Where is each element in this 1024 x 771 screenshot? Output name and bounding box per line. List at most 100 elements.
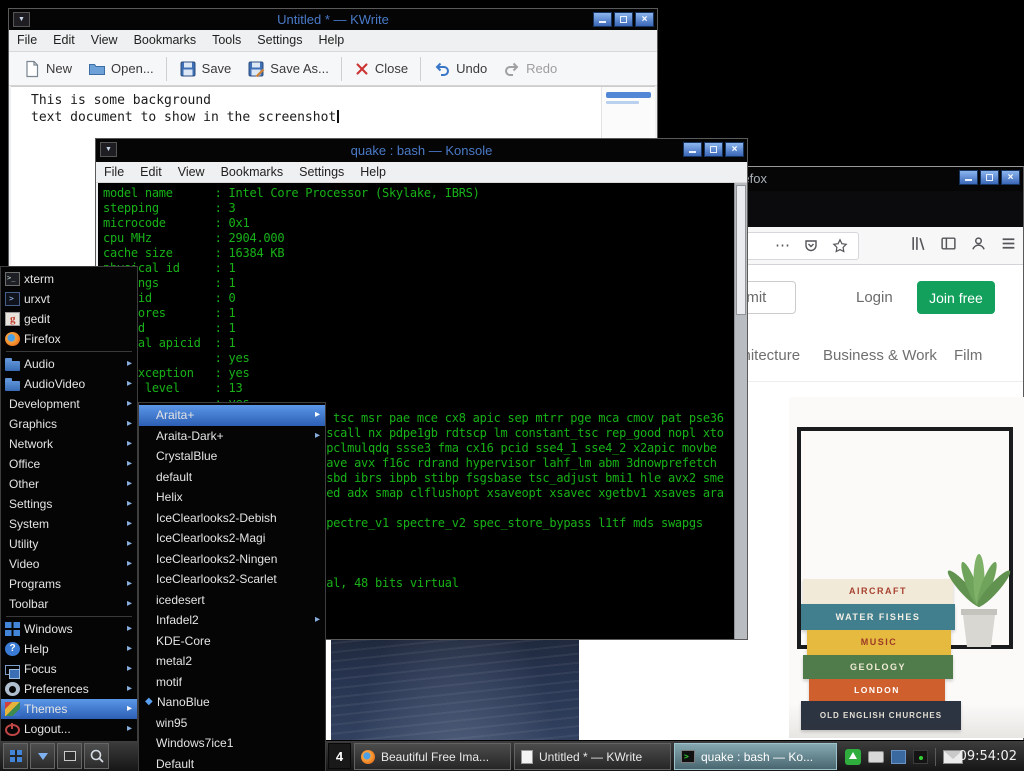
menu-item-audiovideo[interactable]: AudioVideo▸ [1,374,137,394]
submenu-item-iceclearlooks2-scarlet[interactable]: IceClearlooks2-Scarlet [139,569,325,590]
menu-item-preferences[interactable]: Preferences▸ [1,679,137,699]
menu-item-urxvt[interactable]: urxvt [1,289,137,309]
submenu-item-windows7ice1[interactable]: Windows7ice1 [139,733,325,754]
menu-item-help[interactable]: Help▸ [1,639,137,659]
keyboard-tray-icon[interactable] [868,751,884,763]
submenu-item-iceclearlooks2-debish[interactable]: IceClearlooks2-Debish [139,508,325,529]
show-desktop-button[interactable] [57,743,82,769]
join-free-button[interactable]: Join free [917,281,995,314]
submenu-item-araita-dark[interactable]: Araita-Dark+▸ [139,426,325,447]
menu-item-graphics[interactable]: Graphics▸ [1,414,137,434]
category-business-work[interactable]: Business & Work [823,343,937,369]
monitor-tray-icon[interactable] [913,750,928,764]
submenu-item-metal2[interactable]: metal2 [139,651,325,672]
workspace-indicator[interactable]: 4 [328,743,351,769]
menu-help[interactable]: Help [352,162,394,183]
menu-item-logout[interactable]: Logout...▸ [1,719,137,739]
menu-item-office[interactable]: Office▸ [1,454,137,474]
submenu-item-helix[interactable]: Helix [139,487,325,508]
close-button[interactable]: × [725,142,744,157]
menu-item-windows[interactable]: Windows▸ [1,619,137,639]
menu-item-gedit[interactable]: gedit [1,309,137,329]
menu-settings[interactable]: Settings [291,162,352,183]
updates-tray-icon[interactable] [845,749,861,765]
menu-item-system[interactable]: System▸ [1,514,137,534]
pocket-icon[interactable] [803,238,819,254]
minimize-button[interactable] [683,142,702,157]
menu-settings[interactable]: Settings [249,30,310,51]
task-konsole[interactable]: > quake : bash — Ko... [674,743,837,770]
maximize-button[interactable] [614,12,633,27]
menu-tools[interactable]: Tools [204,30,249,51]
submenu-item-infadel2[interactable]: Infadel2▸ [139,610,325,631]
close-doc-button[interactable]: Close [346,55,416,83]
redo-button[interactable]: Redo [495,55,565,83]
submenu-item-default-lc[interactable]: default [139,467,325,488]
menu-bookmarks[interactable]: Bookmarks [213,162,292,183]
document-text[interactable]: This is some backgroundtext document to … [11,87,655,126]
submenu-item-araita[interactable]: Araita+▸ [139,405,325,426]
hamburger-menu-icon[interactable] [1000,235,1017,252]
open-button[interactable]: Open... [80,55,162,83]
menu-item-network[interactable]: Network▸ [1,434,137,454]
window-list-button[interactable] [30,743,55,769]
start-menu-button[interactable] [3,743,28,769]
close-button[interactable]: × [635,12,654,27]
undo-button[interactable]: Undo [425,55,495,83]
submenu-item-icedesert[interactable]: icedesert [139,590,325,611]
submenu-item-win95[interactable]: win95 [139,713,325,734]
network-tray-icon[interactable] [891,750,906,764]
menu-help[interactable]: Help [310,30,352,51]
menu-view[interactable]: View [170,162,213,183]
submenu-item-default[interactable]: Default [139,754,325,771]
menu-bookmarks[interactable]: Bookmarks [126,30,205,51]
sidebar-icon[interactable] [940,235,957,252]
menu-item-video[interactable]: Video▸ [1,554,137,574]
menu-item-settings[interactable]: Settings▸ [1,494,137,514]
task-firefox[interactable]: Beautiful Free Ima... [354,743,511,770]
library-icon[interactable] [910,235,927,252]
minimize-button[interactable] [959,170,978,185]
menu-file[interactable]: File [9,30,45,51]
photo-books[interactable]: AIRCRAFT WATER FISHES MUSIC GEOLOGY LOND… [789,397,1024,738]
kwrite-titlebar[interactable]: ▼ Untitled * — KWrite × [9,9,657,31]
menu-view[interactable]: View [83,30,126,51]
scrollbar-thumb[interactable] [606,92,651,98]
close-button[interactable]: × [1001,170,1020,185]
menu-file[interactable]: File [96,162,132,183]
menu-edit[interactable]: Edit [45,30,83,51]
page-actions-icon[interactable]: ⋯ [775,241,790,251]
menu-item-other[interactable]: Other▸ [1,474,137,494]
task-kwrite[interactable]: Untitled * — KWrite [514,743,671,770]
konsole-titlebar[interactable]: ▼ quake : bash — Konsole × [96,139,747,162]
menu-item-themes[interactable]: Themes▸ [1,699,137,719]
minimize-button[interactable] [593,12,612,27]
menu-item-firefox[interactable]: Firefox [1,329,137,349]
submenu-item-kde-core[interactable]: KDE-Core [139,631,325,652]
bookmark-star-icon[interactable] [832,238,848,254]
maximize-button[interactable] [980,170,999,185]
taskbar-clock[interactable]: 09:54:02 [959,741,1017,771]
menu-item-focus[interactable]: Focus▸ [1,659,137,679]
save-button[interactable]: Save [171,55,240,83]
menu-item-audio[interactable]: Audio▸ [1,354,137,374]
submenu-item-nanoblue[interactable]: ◆NanoBlue [139,692,325,713]
menu-item-toolbar[interactable]: Toolbar▸ [1,594,137,614]
menu-item-xterm[interactable]: xterm [1,269,137,289]
find-button[interactable] [84,743,109,769]
maximize-button[interactable] [704,142,723,157]
account-icon[interactable] [970,235,987,252]
save-as-button[interactable]: Save As... [239,55,337,83]
login-link[interactable]: Login [856,281,893,314]
terminal-scrollbar[interactable] [734,183,747,639]
menu-item-development[interactable]: Development▸ [1,394,137,414]
menu-edit[interactable]: Edit [132,162,170,183]
submenu-item-iceclearlooks2-ningen[interactable]: IceClearlooks2-Ningen [139,549,325,570]
submenu-item-motif[interactable]: motif [139,672,325,693]
scrollbar-thumb[interactable] [736,185,746,315]
menu-item-programs[interactable]: Programs▸ [1,574,137,594]
submenu-item-crystalblue[interactable]: CrystalBlue [139,446,325,467]
menu-item-utility[interactable]: Utility▸ [1,534,137,554]
submenu-item-iceclearlooks2-magi[interactable]: IceClearlooks2-Magi [139,528,325,549]
category-film[interactable]: Film [954,343,982,369]
